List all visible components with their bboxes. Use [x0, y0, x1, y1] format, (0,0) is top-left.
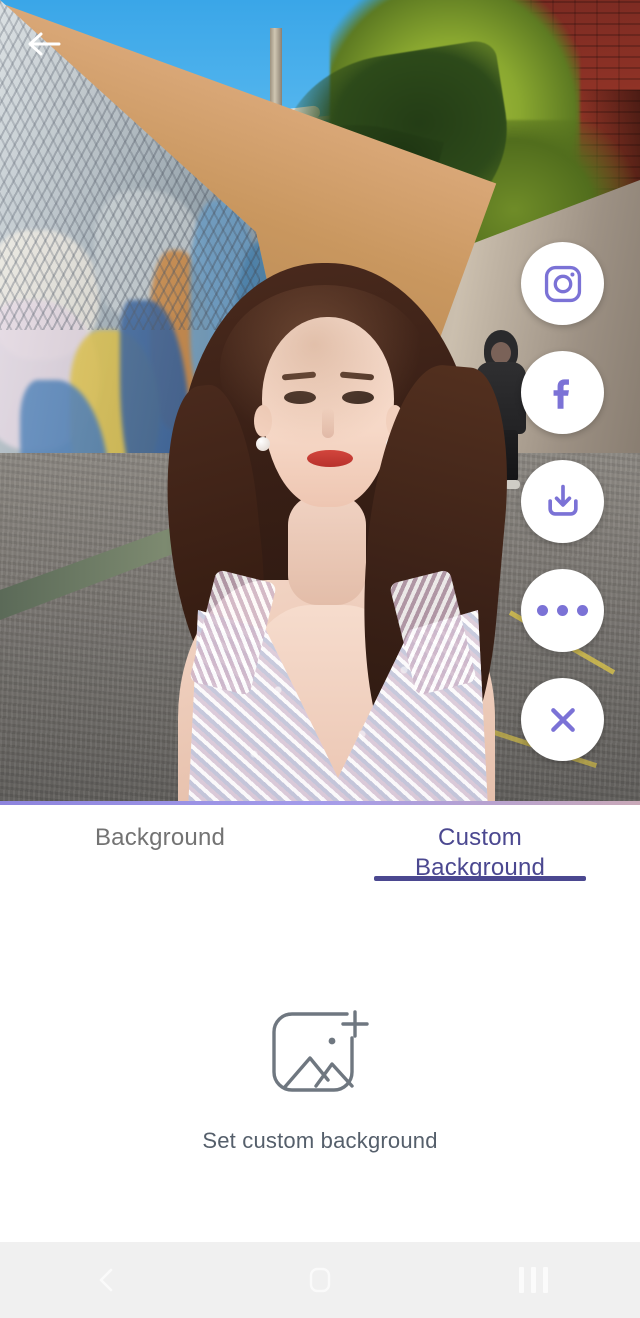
- nav-home-button[interactable]: [213, 1242, 426, 1318]
- download-icon: [547, 484, 578, 516]
- tab-background-label: Background: [94, 824, 226, 851]
- set-custom-background-label: Set custom background: [202, 1127, 438, 1153]
- download-button[interactable]: [521, 460, 604, 543]
- nav-home-icon: [309, 1267, 331, 1293]
- set-custom-background-button[interactable]: Set custom background: [202, 1006, 437, 1154]
- instagram-icon: [544, 265, 581, 302]
- tab-custom-background-line1: Custom: [438, 824, 522, 851]
- custom-background-panel: Set custom background: [0, 895, 640, 1242]
- subject-dress-sequins: [188, 610, 488, 803]
- photo-preview[interactable]: [0, 0, 640, 803]
- facebook-share-button[interactable]: [521, 351, 604, 434]
- android-navigation-bar: [0, 1242, 640, 1318]
- nav-recents-icon: [518, 1267, 548, 1293]
- tab-custom-background[interactable]: Custom Background: [320, 805, 640, 895]
- app-root: Background Custom Background Set custom …: [0, 0, 640, 1318]
- more-options-button[interactable]: [521, 569, 604, 652]
- facebook-icon: [553, 378, 569, 409]
- nav-back-button[interactable]: [0, 1242, 213, 1318]
- instagram-share-button[interactable]: [521, 242, 604, 325]
- nav-back-icon: [99, 1268, 112, 1292]
- back-button[interactable]: [22, 22, 66, 66]
- close-preview-button[interactable]: [521, 678, 604, 761]
- image-add-icon: [272, 1009, 369, 1092]
- subject-person: [150, 245, 519, 803]
- tab-background[interactable]: Background: [0, 805, 320, 895]
- share-action-stack: [521, 242, 604, 761]
- nav-recents-button[interactable]: [427, 1242, 640, 1318]
- tab-custom-background-label: Custom Background: [415, 823, 545, 883]
- tab-bar: Background Custom Background: [0, 805, 640, 895]
- subject-neck: [288, 495, 366, 605]
- close-icon: [550, 707, 575, 732]
- tab-active-underline: [374, 876, 586, 881]
- more-horizontal-icon: [537, 605, 588, 616]
- back-arrow-icon: [28, 32, 61, 56]
